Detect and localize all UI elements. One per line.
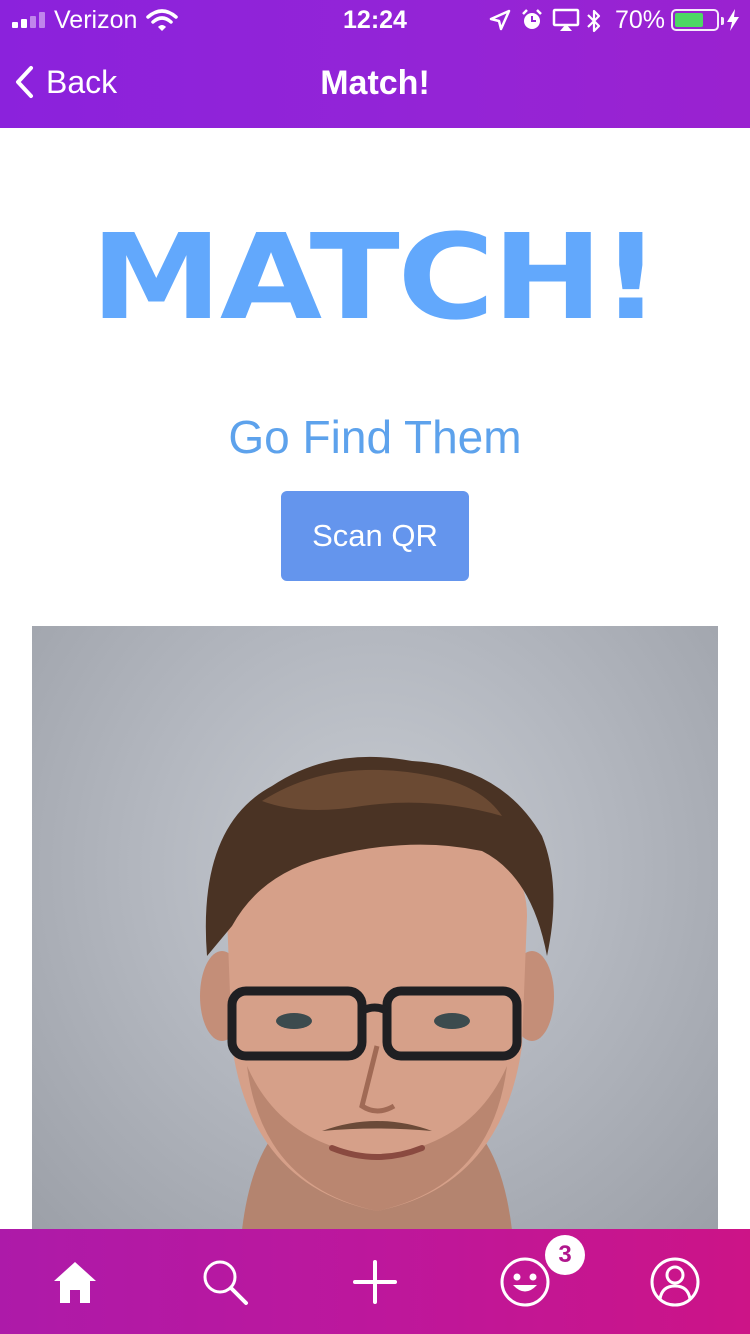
- battery-percent: 70%: [615, 6, 666, 34]
- chevron-left-icon: [16, 66, 33, 98]
- battery-fill: [675, 13, 703, 27]
- match-headline: MATCH!: [90, 208, 661, 346]
- plus-icon: [353, 1259, 397, 1304]
- status-bar: Verizon 12:24 70%: [0, 0, 750, 40]
- airplay-icon: [552, 8, 580, 31]
- battery-icon: [671, 9, 724, 31]
- profile-icon: [650, 1257, 700, 1306]
- tab-home[interactable]: [20, 1229, 130, 1334]
- nav-bar: Back Match!: [0, 40, 750, 128]
- profile-photo: [32, 626, 718, 1230]
- scan-qr-button[interactable]: Scan QR: [281, 491, 469, 581]
- tab-search[interactable]: [170, 1229, 280, 1334]
- notification-badge: 3: [545, 1235, 585, 1275]
- charging-bolt-icon: [726, 9, 740, 36]
- tab-add[interactable]: [320, 1229, 430, 1334]
- hero: MATCH!: [0, 218, 750, 336]
- back-label: Back: [46, 63, 118, 100]
- location-arrow-icon: [489, 9, 511, 31]
- alarm-icon: [522, 9, 542, 29]
- bluetooth-icon: [587, 9, 601, 33]
- subtitle: Go Find Them: [228, 411, 522, 463]
- tab-bar: [0, 1229, 750, 1334]
- header: Verizon 12:24 70% Back Match!: [0, 0, 750, 128]
- smiley-icon: [500, 1257, 550, 1306]
- tab-profile[interactable]: [620, 1229, 730, 1334]
- home-icon: [54, 1261, 96, 1303]
- back-button[interactable]: Back: [14, 62, 117, 102]
- search-icon: [203, 1260, 248, 1305]
- status-icons: [488, 8, 616, 34]
